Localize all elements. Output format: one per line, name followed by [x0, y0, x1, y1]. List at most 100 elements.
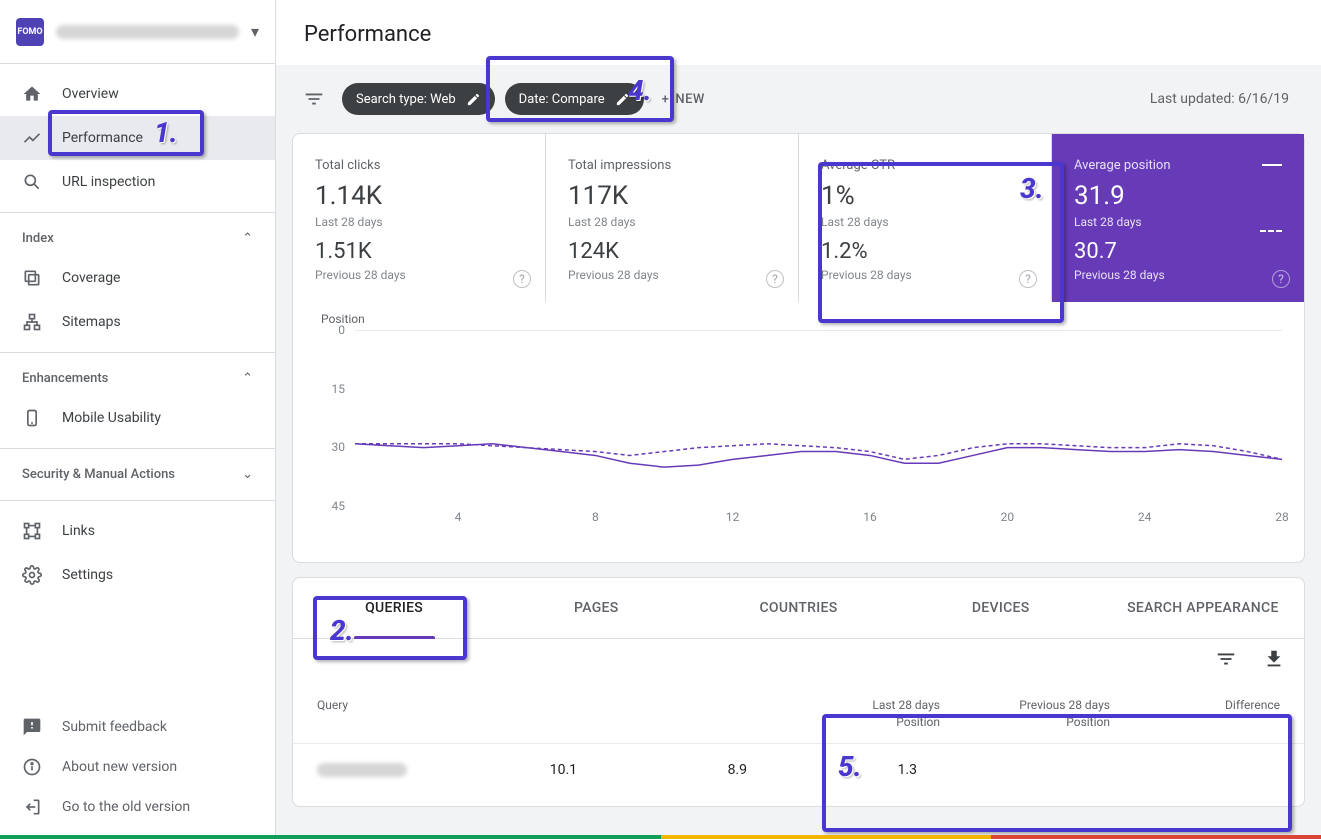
y-axis: 0153045: [321, 330, 349, 506]
filter-icon[interactable]: [296, 81, 332, 117]
site-picker[interactable]: FOMO ▾: [0, 0, 275, 64]
nav-feedback[interactable]: Submit feedback: [0, 707, 275, 747]
metric-sub-prev: Previous 28 days: [315, 268, 523, 282]
nav-label: Settings: [62, 567, 113, 583]
metric-sub-prev: Previous 28 days: [568, 268, 776, 282]
nav-label: Mobile Usability: [62, 410, 161, 426]
tab-queries[interactable]: QUERIES: [293, 578, 495, 638]
metric-impressions[interactable]: Total impressions 117K Last 28 days 124K…: [546, 134, 799, 302]
chevron-up-icon: ⌃: [242, 231, 253, 246]
plus-icon: +: [662, 92, 670, 107]
query-name-blurred: [317, 763, 407, 777]
site-logo: FOMO: [16, 18, 44, 46]
nav-old-version[interactable]: Go to the old version: [0, 787, 275, 827]
nav-performance[interactable]: Performance: [0, 116, 275, 160]
metric-position[interactable]: Average position 31.9 Last 28 days 30.7 …: [1052, 134, 1304, 302]
metric-title: Total clicks: [315, 158, 523, 173]
nav-header-security[interactable]: Security & Manual Actions ⌄: [0, 457, 275, 492]
metric-sub-current: Last 28 days: [1074, 215, 1282, 229]
metric-value-prev: 30.7: [1074, 239, 1282, 264]
new-label: NEW: [675, 92, 705, 107]
nav-mobile-usability[interactable]: Mobile Usability: [0, 396, 275, 440]
metric-value-prev: 1.2%: [821, 239, 1029, 264]
metrics-chart-card: Total clicks 1.14K Last 28 days 1.51K Pr…: [292, 133, 1305, 563]
metric-clicks[interactable]: Total clicks 1.14K Last 28 days 1.51K Pr…: [293, 134, 546, 302]
help-icon[interactable]: ?: [513, 270, 531, 288]
nav-url-inspection[interactable]: URL inspection: [0, 160, 275, 204]
phone-icon: [22, 408, 42, 428]
y-axis-label: Position: [321, 312, 1282, 326]
nav-label: Sitemaps: [62, 314, 121, 330]
tab-devices[interactable]: DEVICES: [900, 578, 1102, 638]
help-icon[interactable]: ?: [1272, 270, 1290, 288]
nav-about[interactable]: About new version: [0, 747, 275, 787]
metric-value-prev: 124K: [568, 239, 776, 264]
metric-value-current: 1%: [821, 181, 1029, 211]
nav-overview[interactable]: Overview: [0, 72, 275, 116]
nav-links[interactable]: Links: [0, 509, 275, 553]
metric-sub-current: Last 28 days: [315, 215, 523, 229]
nav-label: Overview: [62, 86, 119, 102]
metric-ctr[interactable]: Average CTR 1% Last 28 days 1.2% Previou…: [799, 134, 1052, 302]
cell-diff: 1.3: [747, 762, 917, 778]
chart-icon: [22, 128, 42, 148]
sidebar-bottom: Submit feedback About new version Go to …: [0, 699, 275, 839]
add-filter-button[interactable]: + NEW: [654, 92, 713, 107]
nav-settings[interactable]: Settings: [0, 553, 275, 597]
nav-label: Submit feedback: [62, 719, 167, 735]
chip-search-type[interactable]: Search type: Web: [342, 83, 495, 115]
nav-coverage[interactable]: Coverage: [0, 256, 275, 300]
filters-row: Search type: Web Date: Compare + NEW Las…: [288, 65, 1309, 133]
nav-header-enhancements[interactable]: Enhancements ⌃: [0, 361, 275, 396]
sitemap-icon: [22, 312, 42, 332]
nav-group-security: Security & Manual Actions ⌄: [0, 449, 275, 501]
cell-prev28: 8.9: [577, 762, 747, 778]
metric-title: Average position: [1074, 158, 1282, 173]
nav-group-index: Index ⌃ Coverage Sitemaps: [0, 213, 275, 353]
metric-value-current: 117K: [568, 181, 776, 211]
table-tools: [293, 639, 1304, 679]
gear-icon: [22, 565, 42, 585]
help-icon[interactable]: ?: [1019, 270, 1037, 288]
th-prev28[interactable]: Previous 28 days Position: [940, 697, 1110, 731]
nav-group-enhancements: Enhancements ⌃ Mobile Usability: [0, 353, 275, 449]
th-query: Query: [317, 697, 770, 731]
search-icon: [22, 172, 42, 192]
chip-label: Search type: Web: [356, 92, 456, 107]
chevron-up-icon: ⌃: [242, 371, 253, 386]
nav-label: Performance: [62, 130, 143, 146]
tab-countries[interactable]: COUNTRIES: [697, 578, 899, 638]
nav-sitemaps[interactable]: Sitemaps: [0, 300, 275, 344]
nav-group-title: Security & Manual Actions: [22, 467, 175, 482]
th-last28[interactable]: Last 28 days Position: [770, 697, 940, 731]
tab-search-appearance[interactable]: SEARCH APPEARANCE: [1102, 578, 1304, 638]
info-icon: [22, 757, 42, 777]
home-icon: [22, 84, 42, 104]
sidebar: FOMO ▾ Overview Performance URL inspecti…: [0, 0, 276, 839]
chip-date[interactable]: Date: Compare: [505, 83, 644, 115]
help-icon[interactable]: ?: [766, 270, 784, 288]
bottom-color-bar: [0, 835, 1321, 839]
th-diff[interactable]: Difference: [1110, 697, 1280, 731]
metric-value-current: 1.14K: [315, 181, 523, 211]
tabs-row: QUERIES PAGES COUNTRIES DEVICES SEARCH A…: [293, 578, 1304, 639]
table-filter-icon[interactable]: [1214, 647, 1238, 671]
feedback-icon: [22, 717, 42, 737]
metric-value-prev: 1.51K: [315, 239, 523, 264]
content: Search type: Web Date: Compare + NEW Las…: [276, 65, 1321, 839]
th-line1: Previous 28 days: [1019, 698, 1110, 712]
tab-pages[interactable]: PAGES: [495, 578, 697, 638]
table-row[interactable]: 10.1 8.9 1.3: [293, 744, 1304, 796]
nav-header-index[interactable]: Index ⌃: [0, 221, 275, 256]
legend-solid-line: [1262, 164, 1282, 166]
th-line1: Last 28 days: [872, 698, 940, 712]
chevron-down-icon: ⌄: [242, 467, 253, 482]
site-name-blurred: [56, 25, 239, 39]
download-icon[interactable]: [1262, 647, 1286, 671]
nav-label: Go to the old version: [62, 799, 190, 815]
query-table: Query Last 28 days Position Previous 28 …: [293, 679, 1304, 796]
chip-label: Date: Compare: [519, 92, 605, 107]
last-updated: Last updated: 6/16/19: [1150, 91, 1297, 107]
metric-value-current: 31.9: [1074, 181, 1282, 211]
th-line2: Position: [770, 714, 940, 731]
